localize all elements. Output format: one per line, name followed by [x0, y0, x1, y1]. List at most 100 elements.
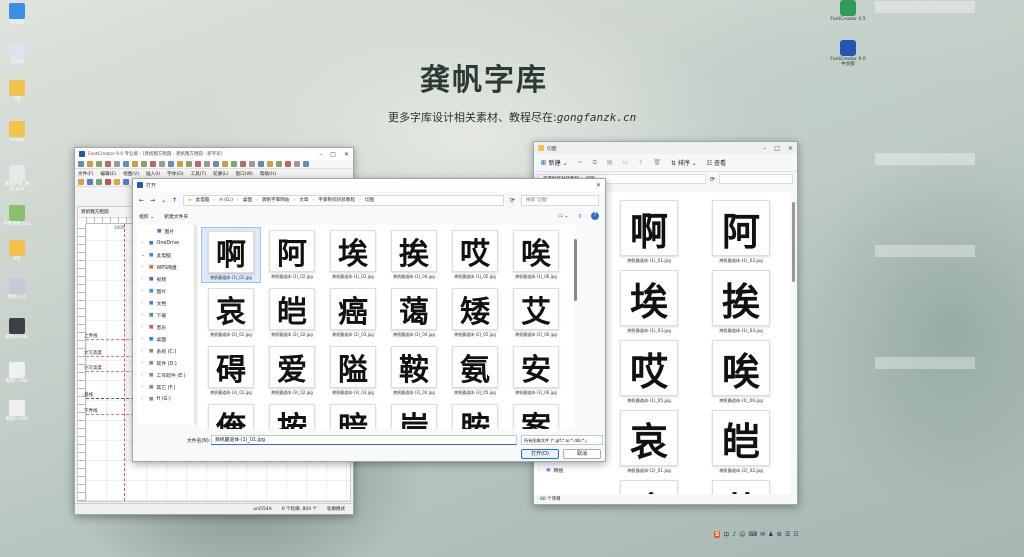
- tool-icon[interactable]: [87, 179, 93, 185]
- rename-icon[interactable]: ▭: [623, 159, 629, 166]
- organize-button[interactable]: 组织 ⌄: [139, 213, 154, 220]
- maximize-icon[interactable]: □: [774, 145, 780, 152]
- file-item[interactable]: 鞍龚帆霸道体-(3)_04.jpg: [384, 343, 444, 399]
- menu-item[interactable]: 视图(V): [123, 171, 139, 177]
- breadcrumb-segment[interactable]: 文章: [299, 197, 308, 203]
- nav-item[interactable]: › ■ 文档: [137, 297, 193, 309]
- file-item[interactable]: 哀龚帆霸道体-(2)_01.jpg: [606, 410, 692, 474]
- file-item[interactable]: 矮龚帆霸道体-(2)_05.jpg: [445, 285, 505, 341]
- desktop-icon[interactable]: FontCreator 9.0中文版: [830, 40, 866, 67]
- file-item[interactable]: 挨龚帆霸道体-(1)_04.jpg: [384, 227, 444, 283]
- file-item[interactable]: 阿龚帆霸道体-(1)_02.jpg: [698, 200, 784, 264]
- minimize-icon[interactable]: –: [319, 151, 322, 158]
- file-item[interactable]: 隘龚帆霸道体-(3)_03.jpg: [323, 343, 383, 399]
- toolbar-icon[interactable]: [123, 161, 129, 167]
- tool-icon[interactable]: [78, 179, 84, 185]
- open-dialog-titlebar[interactable]: 打开 ✕: [133, 179, 605, 191]
- toolbar-icon[interactable]: [114, 161, 120, 167]
- tool-icon[interactable]: [105, 179, 111, 185]
- preview-pane-icon[interactable]: ▯: [578, 214, 581, 219]
- chevron-icon[interactable]: ›: [141, 324, 146, 330]
- breadcrumb-segment[interactable]: 龚帆字库网站: [262, 197, 290, 203]
- dialog-scrollbar[interactable]: [574, 239, 577, 301]
- file-item[interactable]: 啊龚帆霸道体-(1)_01.jpg: [201, 227, 261, 283]
- menu-item[interactable]: 帮助(H): [260, 171, 276, 177]
- menu-item[interactable]: 轮廓(L): [213, 171, 228, 177]
- file-item[interactable]: 皑龚帆霸道体-(2)_02.jpg: [262, 285, 322, 341]
- tool-icon[interactable]: [96, 179, 102, 185]
- tray-icon[interactable]: 中: [723, 530, 729, 539]
- file-item[interactable]: 案: [506, 401, 566, 429]
- refresh-icon[interactable]: ⟳: [710, 176, 715, 183]
- file-item[interactable]: 氨龚帆霸道体-(3)_05.jpg: [445, 343, 505, 399]
- chevron-icon[interactable]: ›: [141, 348, 146, 354]
- desktop-icon[interactable]: image: [2, 121, 32, 143]
- chevron-icon[interactable]: ›: [141, 336, 146, 342]
- nav-item[interactable]: › ■ 桌面: [137, 333, 193, 345]
- maximize-icon[interactable]: □: [330, 151, 336, 158]
- sort-button[interactable]: ⇅ 排序 ⌄: [671, 158, 697, 167]
- file-item[interactable]: 蔼: [698, 480, 784, 494]
- explorer-titlebar[interactable]: 切图 – □ ✕: [534, 142, 797, 154]
- tray-icon[interactable]: S: [714, 530, 721, 538]
- toolbar-icon[interactable]: [204, 161, 210, 167]
- toolbar-icon[interactable]: [285, 161, 291, 167]
- toolbar-icon[interactable]: [240, 161, 246, 167]
- nav-item[interactable]: › ■ OneDrive: [137, 237, 193, 249]
- file-item[interactable]: 胺: [445, 401, 505, 429]
- nav-item[interactable]: › ■ 视频: [137, 273, 193, 285]
- toolbar-icon[interactable]: [258, 161, 264, 167]
- file-item[interactable]: 皑龚帆霸道体-(2)_02.jpg: [698, 410, 784, 474]
- tray-icon[interactable]: ♪: [732, 531, 736, 538]
- file-item[interactable]: 暗: [323, 401, 383, 429]
- fontcreator-titlebar[interactable]: FontCreator 9.0 专业版 - [龚帆魏方粗圆 - 龚帆魏方粗圆 -…: [75, 148, 353, 160]
- tray-icon[interactable]: ♟: [768, 531, 773, 538]
- back-icon[interactable]: ←: [139, 197, 144, 204]
- dialog-breadcrumb[interactable]: ▰ 此电脑 › H (G:) › 桌面 › 龚帆字库网站 › 文章 › 字库制作封装教程 › 切图: [183, 194, 504, 206]
- copy-icon[interactable]: ⧉: [593, 159, 597, 167]
- chevron-icon[interactable]: ›: [141, 384, 146, 390]
- explorer-scrollbar[interactable]: [792, 202, 795, 282]
- menu-item[interactable]: 编辑(E): [100, 171, 116, 177]
- toolbar-icon[interactable]: [186, 161, 192, 167]
- share-icon[interactable]: ⇪: [638, 159, 643, 166]
- toolbar-icon[interactable]: [105, 161, 111, 167]
- toolbar-icon[interactable]: [231, 161, 237, 167]
- desktop-icon[interactable]: B组: [2, 240, 32, 262]
- desktop-icon[interactable]: 素材.psd: [2, 278, 32, 300]
- nav-item[interactable]: › ■ 系统 (C:): [137, 345, 193, 357]
- toolbar-icon[interactable]: [87, 161, 93, 167]
- toolbar-icon[interactable]: [213, 161, 219, 167]
- chevron-icon[interactable]: ›: [141, 264, 146, 270]
- file-item[interactable]: 埃龚帆霸道体-(1)_03.jpg: [323, 227, 383, 283]
- nav-item[interactable]: › ■ 工作软件 (E:): [137, 369, 193, 381]
- desktop-icon[interactable]: A组: [2, 80, 32, 102]
- toolbar-icon[interactable]: [96, 161, 102, 167]
- file-item[interactable]: 俺: [201, 401, 261, 429]
- explorer-search[interactable]: [719, 174, 793, 184]
- toolbar-icon[interactable]: [195, 161, 201, 167]
- desktop-icon[interactable]: 截图2.PNG: [2, 400, 32, 422]
- file-item[interactable]: 艾龚帆霸道体-(2)_06.jpg: [506, 285, 566, 341]
- tray-icon[interactable]: ☷: [793, 531, 798, 538]
- file-item[interactable]: 挨龚帆霸道体-(1)_04.jpg: [698, 270, 784, 334]
- tray-icon[interactable]: ☰: [785, 531, 790, 538]
- tray-icon[interactable]: ⌨: [748, 531, 757, 538]
- breadcrumb-segment[interactable]: 桌面: [243, 197, 252, 203]
- nav-item[interactable]: › ■ WPS网盘: [137, 261, 193, 273]
- close-icon[interactable]: ✕: [596, 182, 601, 189]
- nav-item[interactable]: ⌄ ■ 此电脑: [137, 249, 193, 261]
- forward-icon[interactable]: →: [150, 197, 155, 204]
- nav-item[interactable]: › ■ 其它 (F:): [137, 381, 193, 393]
- cancel-button[interactable]: 取消: [563, 449, 601, 459]
- desktop-icon[interactable]: 截图0.PNG: [2, 318, 32, 340]
- paste-icon[interactable]: ▤: [607, 159, 613, 166]
- chevron-icon[interactable]: ›: [141, 300, 146, 306]
- file-item[interactable]: 癌龚帆霸道体-(2)_03.jpg: [323, 285, 383, 341]
- desktop-icon[interactable]: 字库字体.psb: [2, 205, 32, 227]
- toolbar-icon[interactable]: [267, 161, 273, 167]
- tray-icon[interactable]: ✉: [760, 531, 765, 538]
- toolbar-icon[interactable]: [177, 161, 183, 167]
- file-item[interactable]: 安龚帆霸道体-(3)_06.jpg: [506, 343, 566, 399]
- toolbar-icon[interactable]: [249, 161, 255, 167]
